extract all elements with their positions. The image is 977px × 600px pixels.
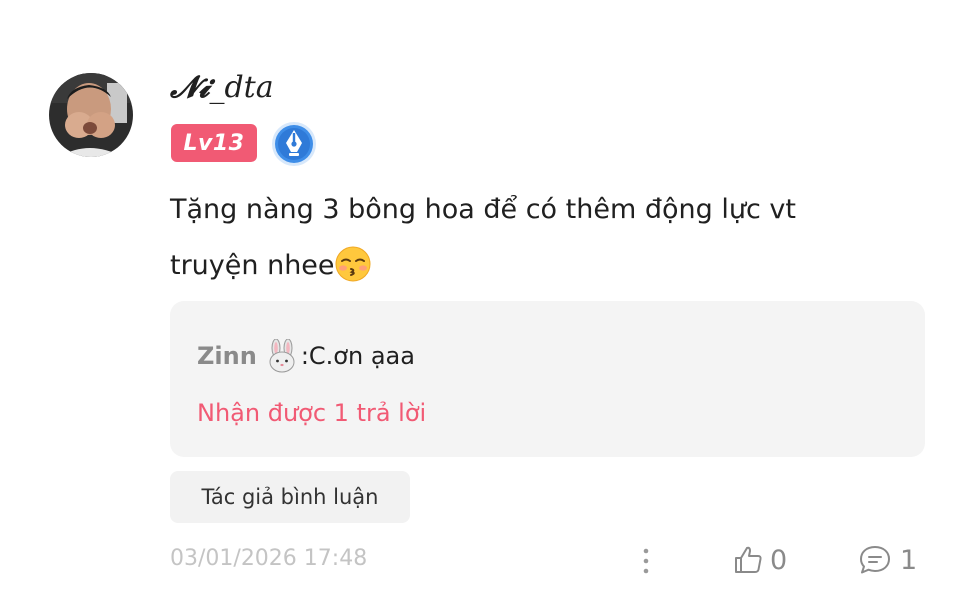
pen-nib-badge-icon [271, 121, 317, 167]
kissing-face-emoji-icon [335, 246, 371, 282]
view-replies-link[interactable]: Nhận được 1 trả lời [197, 399, 426, 427]
reply-preview-line: Zinn : C.ơn ạaa [197, 339, 415, 373]
comment-line-2: truyện nhee [170, 238, 910, 294]
thumbs-up-icon [735, 546, 762, 573]
username-fancy-part: 𝓝𝓲 [170, 70, 210, 105]
comment-line-1: Tặng nàng 3 bông hoa để có thêm động lực… [170, 194, 796, 225]
comment-bubble-icon [860, 546, 890, 574]
rabbit-face-icon [269, 339, 295, 373]
reply-text: C.ơn ạaa [308, 342, 415, 370]
reply-button[interactable]: 1 [858, 540, 917, 580]
more-options-button[interactable] [632, 544, 660, 578]
comment-line-2-text: truyện nhee [170, 250, 335, 281]
username[interactable]: 𝓝𝓲_dta [170, 70, 274, 105]
reply-preview-box[interactable]: Zinn : C.ơn ạaa Nhận được 1 trả lời [170, 301, 925, 457]
level-badge: Lv13 [171, 124, 257, 162]
reply-count: 1 [900, 544, 918, 576]
like-count: 0 [770, 544, 788, 576]
avatar[interactable] [49, 73, 133, 157]
more-vertical-icon [643, 548, 649, 574]
author-comment-tag: Tác giả bình luận [170, 471, 410, 523]
comment-text: Tặng nàng 3 bông hoa để có thêm động lực… [170, 182, 910, 294]
username-plain-part: _dta [209, 70, 274, 105]
reply-separator: : [300, 342, 309, 370]
comment-timestamp: 03/01/2026 17:48 [170, 546, 368, 571]
reply-author-name[interactable]: Zinn [197, 342, 257, 370]
like-button[interactable]: 0 [732, 540, 787, 580]
avatar-photo [49, 73, 133, 157]
